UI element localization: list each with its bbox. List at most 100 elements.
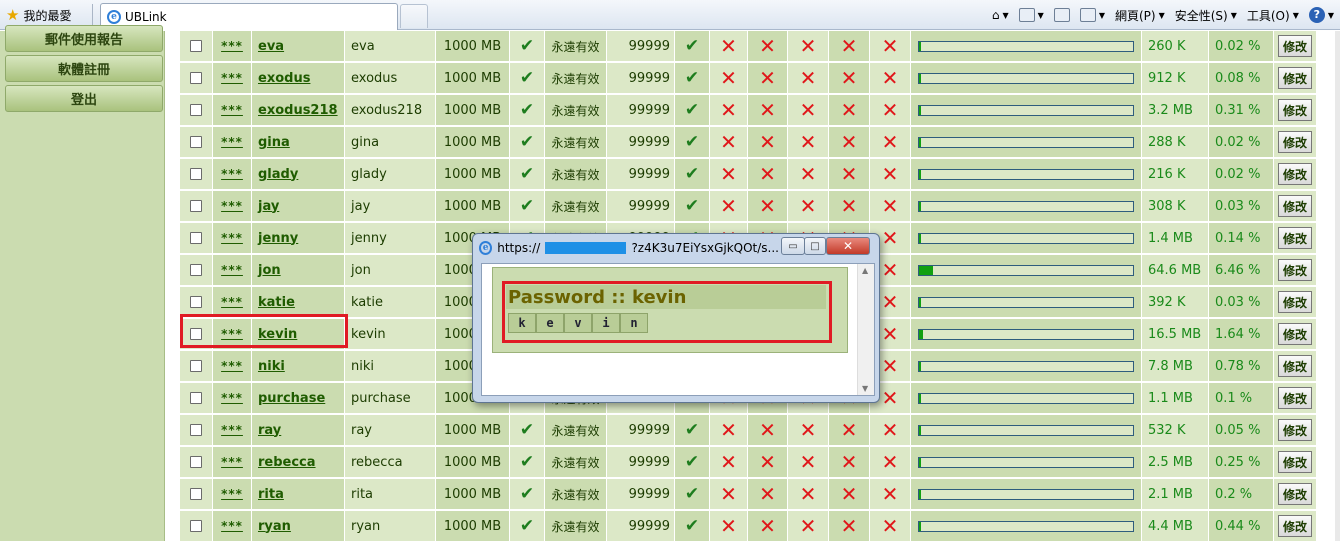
account-link[interactable]: purchase [258,391,325,406]
usage-bar [918,360,1134,372]
new-tab-button[interactable] [400,4,428,28]
page-menu[interactable]: 網頁(P) ▼ [1115,7,1165,24]
row-checkbox[interactable] [190,40,202,52]
account-link[interactable]: glady [258,167,298,182]
row-cell: ✔ [675,191,709,221]
count-limit: 99999 [607,447,674,477]
edit-button[interactable]: 修改 [1278,131,1312,153]
page-scrollbar[interactable] [1335,31,1340,541]
sidebar-item-mail-report[interactable]: 郵件使用報告 [5,25,163,52]
row-checkbox[interactable] [190,488,202,500]
close-button[interactable]: ✕ [826,237,870,255]
row-checkbox[interactable] [190,392,202,404]
row-checkbox[interactable] [190,200,202,212]
row-cell: ✕ [748,159,787,189]
account-link[interactable]: jay [258,199,279,214]
edit-button[interactable]: 修改 [1278,483,1312,505]
row-checkbox[interactable] [190,456,202,468]
show-password-link[interactable]: *** [221,231,243,245]
account-link[interactable]: ray [258,423,281,438]
row-checkbox[interactable] [190,232,202,244]
edit-button[interactable]: 修改 [1278,259,1312,281]
edit-button[interactable]: 修改 [1278,355,1312,377]
row-cell: ✕ [788,127,828,157]
minimize-button[interactable]: ▭ [781,237,805,255]
row-checkbox[interactable] [190,72,202,84]
cross-icon: ✕ [799,130,817,154]
mail-button[interactable] [1053,8,1070,22]
show-password-link[interactable]: *** [221,295,243,309]
account-link[interactable]: exodus [258,71,310,86]
edit-button[interactable]: 修改 [1278,387,1312,409]
edit-button[interactable]: 修改 [1278,323,1312,345]
edit-button[interactable]: 修改 [1278,99,1312,121]
edit-button[interactable]: 修改 [1278,515,1312,537]
cross-icon: ✕ [881,162,899,186]
usage-bar [918,168,1134,180]
account-link[interactable]: gina [258,135,290,150]
row-checkbox[interactable] [190,264,202,276]
account-link[interactable]: eva [258,39,284,54]
show-password-link[interactable]: *** [221,167,243,181]
row-cell: jenny [252,223,344,253]
account-link[interactable]: katie [258,295,295,310]
show-password-link[interactable]: *** [221,199,243,213]
row-checkbox[interactable] [190,104,202,116]
edit-button[interactable]: 修改 [1278,227,1312,249]
show-password-link[interactable]: *** [221,263,243,277]
print-button[interactable]: ▼ [1079,8,1105,22]
sidebar-item-logout[interactable]: 登出 [5,85,163,112]
edit-button[interactable]: 修改 [1278,195,1312,217]
show-password-link[interactable]: *** [221,71,243,85]
show-password-link[interactable]: *** [221,391,243,405]
edit-button[interactable]: 修改 [1278,419,1312,441]
show-password-link[interactable]: *** [221,359,243,373]
account-link[interactable]: jon [258,263,281,278]
row-checkbox[interactable] [190,136,202,148]
edit-button[interactable]: 修改 [1278,67,1312,89]
popup-scrollbar[interactable]: ▲ ▼ [857,264,874,395]
safety-menu[interactable]: 安全性(S) ▼ [1175,7,1237,24]
row-cell [911,479,1141,509]
sidebar-item-register[interactable]: 軟體註冊 [5,55,163,82]
show-password-link[interactable]: *** [221,103,243,117]
help-button[interactable]: ? ▼ [1308,7,1334,23]
row-checkbox[interactable] [190,328,202,340]
account-link[interactable]: rebecca [258,455,316,470]
account-link[interactable]: kevin [258,327,297,342]
sidebar: 郵件使用報告 軟體註冊 登出 [0,25,165,541]
edit-button[interactable]: 修改 [1278,451,1312,473]
maximize-button[interactable]: □ [804,237,826,255]
feeds-button[interactable]: ▼ [1018,8,1044,22]
show-password-link[interactable]: *** [221,455,243,469]
edit-button[interactable]: 修改 [1278,35,1312,57]
used-percent: 6.46 % [1209,255,1273,285]
row-checkbox[interactable] [190,520,202,532]
favorites-button[interactable]: ★ 我的最愛 [6,5,71,25]
tools-menu[interactable]: 工具(O) ▼ [1247,7,1299,24]
cross-icon: ✕ [759,34,776,58]
show-password-link[interactable]: *** [221,423,243,437]
show-password-link[interactable]: *** [221,327,243,341]
row-checkbox[interactable] [190,168,202,180]
row-checkbox[interactable] [190,424,202,436]
show-password-link[interactable]: *** [221,519,243,533]
account-link[interactable]: exodus218 [258,103,338,118]
edit-button[interactable]: 修改 [1278,291,1312,313]
account-link[interactable]: jenny [258,231,298,246]
account-link[interactable]: rita [258,487,284,502]
check-icon: ✔ [684,164,700,184]
account-link[interactable]: niki [258,359,285,374]
row-checkbox[interactable] [190,360,202,372]
row-cell: ray [252,415,344,445]
show-password-link[interactable]: *** [221,39,243,53]
row-cell: ✕ [829,415,869,445]
show-password-link[interactable]: *** [221,487,243,501]
account-link[interactable]: ryan [258,519,291,534]
row-checkbox[interactable] [190,296,202,308]
home-button[interactable]: ⌂ ▼ [992,8,1009,22]
row-cell: *** [213,383,251,413]
row-cell: ✕ [748,127,787,157]
edit-button[interactable]: 修改 [1278,163,1312,185]
show-password-link[interactable]: *** [221,135,243,149]
